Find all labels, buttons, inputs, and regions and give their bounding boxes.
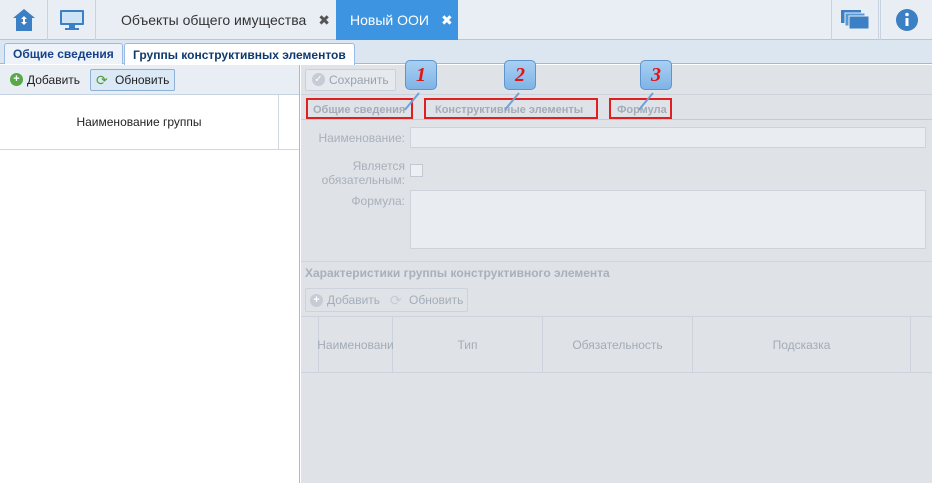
- tab-common-property[interactable]: Объекты общего имущества ✖: [107, 0, 333, 40]
- refresh-characteristics-button[interactable]: ⟳ Обновить: [390, 292, 463, 309]
- characteristics-section-title: Характеристики группы конструктивного эл…: [301, 261, 932, 283]
- desktop-button[interactable]: [48, 0, 96, 40]
- save-button[interactable]: ✓ Сохранить: [305, 68, 396, 91]
- object-tabs: Общие сведения Группы конструктивных эле…: [0, 40, 932, 65]
- tab-general-info[interactable]: Общие сведения: [4, 43, 123, 64]
- characteristics-button-group: + Добавить ⟳ Обновить: [305, 288, 469, 312]
- group-editor-panel: ✓ Сохранить Общие сведения Конструктивны…: [301, 60, 932, 483]
- tab-new-object[interactable]: Новый ООИ ✖: [336, 0, 458, 40]
- refresh-icon: ⟳: [96, 71, 108, 88]
- header-spacer: [911, 317, 932, 372]
- required-label-line1: Является: [352, 159, 405, 173]
- windows-button[interactable]: [831, 0, 879, 40]
- info-button[interactable]: [880, 0, 932, 40]
- tab-label: Объекты общего имущества: [121, 12, 307, 28]
- windows-icon: [841, 10, 870, 30]
- refresh-groups-button[interactable]: ⟳ Обновить: [90, 68, 176, 91]
- add-icon: +: [310, 293, 323, 307]
- formula-textarea[interactable]: [410, 190, 926, 249]
- formula-label: Формула:: [351, 194, 405, 208]
- tab-label: Новый ООИ: [350, 12, 429, 28]
- name-input[interactable]: [410, 127, 926, 148]
- required-checkbox[interactable]: [410, 164, 423, 177]
- characteristics-toolbar: + Добавить ⟳ Обновить: [301, 285, 932, 315]
- groups-toolbar: + Добавить ⟳ Обновить: [0, 65, 299, 95]
- save-label: Сохранить: [329, 72, 389, 87]
- name-label: Наименование:: [318, 131, 405, 145]
- callout-3: 3: [640, 60, 672, 90]
- tab-element-groups[interactable]: Группы конструктивных элементов: [124, 43, 355, 65]
- refresh-label: Обновить: [409, 293, 464, 307]
- home-icon: [12, 9, 35, 31]
- home-button[interactable]: [0, 0, 48, 40]
- highlight-box-1: [306, 98, 413, 119]
- monitor-icon: [59, 10, 84, 30]
- refresh-icon: ⟳: [390, 291, 402, 308]
- callout-2: 2: [504, 60, 536, 90]
- column-group-name[interactable]: Наименование группы: [0, 95, 279, 149]
- add-characteristic-button[interactable]: + Добавить: [310, 293, 380, 307]
- add-group-button[interactable]: + Добавить: [4, 69, 86, 91]
- groups-grid-header: Наименование группы: [0, 95, 299, 150]
- column-name[interactable]: Наименовани: [317, 317, 394, 372]
- top-bar: Объекты общего имущества ✖ Новый ООИ ✖: [0, 0, 932, 40]
- column-required[interactable]: Обязательность: [543, 317, 693, 372]
- close-icon[interactable]: ✖: [318, 12, 330, 29]
- info-icon: [895, 9, 918, 31]
- refresh-label: Обновить: [115, 72, 170, 87]
- add-label: Добавить: [27, 72, 81, 87]
- editor-toolbar: ✓ Сохранить: [301, 65, 932, 95]
- header-spacer: [279, 95, 299, 149]
- column-type[interactable]: Тип: [393, 317, 543, 372]
- callout-1: 1: [405, 60, 437, 90]
- add-icon: +: [10, 73, 23, 86]
- check-icon: ✓: [312, 73, 325, 86]
- characteristics-grid-header: Наименовани Тип Обязательность Подсказка: [301, 316, 932, 373]
- groups-panel: + Добавить ⟳ Обновить Наименование групп…: [0, 65, 300, 483]
- required-label-line2: обязательным:: [321, 173, 405, 187]
- column-hint[interactable]: Подсказка: [693, 317, 911, 372]
- close-icon[interactable]: ✖: [441, 12, 453, 29]
- add-label: Добавить: [327, 293, 381, 307]
